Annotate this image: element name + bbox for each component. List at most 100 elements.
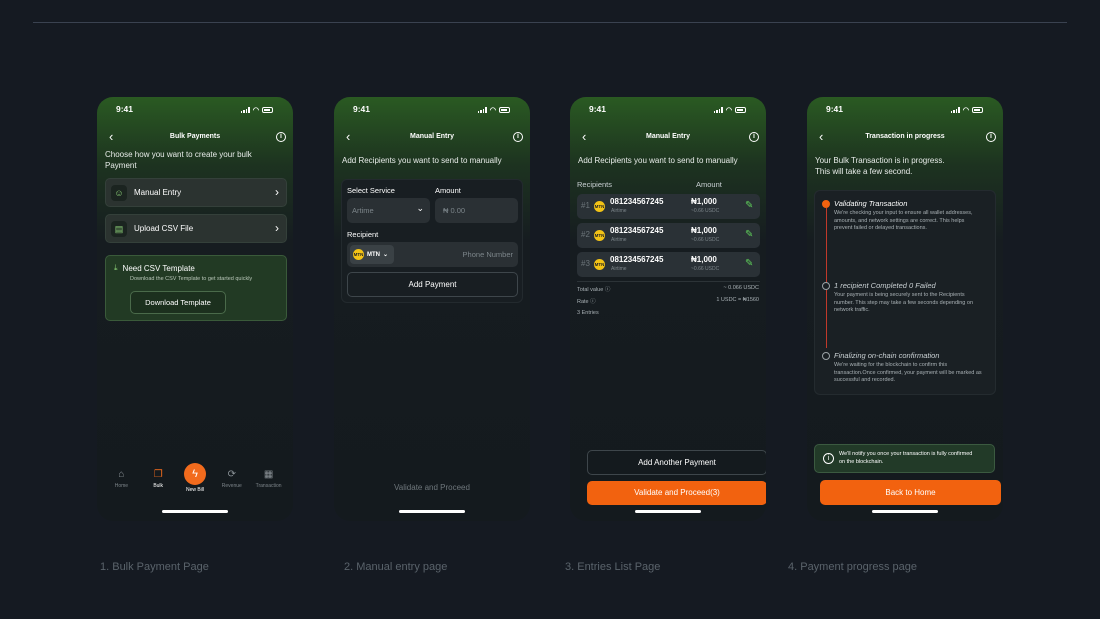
amount-input[interactable]: ₦ 0.00 <box>435 198 518 223</box>
home-indicator <box>635 510 701 513</box>
entry-phone: 081234567245 <box>610 226 664 235</box>
entry-amount: ₦1,000 <box>691 197 717 206</box>
caption-4: 4. Payment progress page <box>788 561 918 573</box>
status-time: 9:41 <box>353 104 371 114</box>
caption-1: 1. Bulk Payment Page <box>100 561 209 573</box>
back-to-home-button[interactable]: Back to Home <box>820 480 1001 505</box>
upload-csv-option[interactable]: ▤ Upload CSV File › <box>105 214 287 243</box>
entry-amount: ₦1,000 <box>691 255 717 264</box>
phone-entries-list: 9:41 ◠ ‹ Manual Entry i Add Recipients y… <box>570 97 766 521</box>
battery-icon <box>735 107 746 113</box>
edit-icon[interactable]: ✎ <box>745 229 756 240</box>
phone-bulk-payments: 9:41 ◠ ‹ Bulk Payments i Choose how you … <box>97 97 293 521</box>
recipient-label: Recipient <box>347 230 379 239</box>
status-time: 9:41 <box>116 104 134 114</box>
phone-placeholder: Phone Number <box>462 250 513 259</box>
option-label: Manual Entry <box>134 188 182 197</box>
entry-usdc: ~0.66 USDC <box>691 266 720 272</box>
service-select[interactable]: Artime ⌄ <box>347 198 430 223</box>
wifi-icon: ◠ <box>252 107 259 114</box>
entry-phone: 081234567245 <box>610 255 664 264</box>
page-subtitle: Choose how you want to create your bulk … <box>105 150 252 170</box>
validate-proceed-button[interactable]: Validate and Proceed(3) <box>587 481 766 505</box>
tab-label: Bulk <box>153 483 164 489</box>
recipients-header: Recipients <box>577 180 613 189</box>
tab-home[interactable]: ⌂ Home <box>103 469 139 505</box>
entry-phone: 081234567245 <box>610 197 664 206</box>
amount-header: Amount <box>696 180 722 189</box>
info-icon[interactable]: i <box>276 132 286 142</box>
page-title: Transaction in progress <box>865 133 945 140</box>
signal-icon <box>713 107 723 113</box>
user-icon: ☺ <box>111 185 127 201</box>
service-label: Select Service <box>347 186 395 195</box>
page-title: Bulk Payments <box>169 133 221 140</box>
status-bar: 9:41 ◠ <box>570 103 766 117</box>
page-title: Manual Entry <box>646 133 690 140</box>
info-icon: i <box>823 453 834 464</box>
notice-text: We'll notify you once your transaction i… <box>839 451 973 465</box>
entry-type: Airtime <box>611 266 627 272</box>
entry-number: #2 <box>581 230 590 239</box>
recipient-input[interactable]: MTN MTN ⌄ Phone Number <box>347 242 518 267</box>
payment-form: Select Service Amount Artime ⌄ ₦ 0.00 Re… <box>341 179 523 303</box>
entry-amount: ₦1,000 <box>691 226 717 235</box>
info-icon[interactable]: i <box>749 132 759 142</box>
edit-icon[interactable]: ✎ <box>745 200 756 211</box>
rate-value: 1 USDC = ₦1560 <box>716 297 759 303</box>
stack-icon: ❐ <box>153 469 163 480</box>
entry-row[interactable]: #3 MTN 081234567245 Airtime ₦1,000 ~0.66… <box>577 252 760 277</box>
info-icon[interactable]: i <box>513 132 523 142</box>
chevron-down-icon: ⌄ <box>416 203 424 213</box>
download-icon: ⤓ <box>114 263 118 272</box>
entry-row[interactable]: #2 MTN 081234567245 Airtime ₦1,000 ~0.66… <box>577 223 760 248</box>
wifi-icon: ◠ <box>725 107 732 114</box>
battery-icon <box>972 107 983 113</box>
step-pending-icon <box>822 352 830 360</box>
network-select[interactable]: MTN MTN ⌄ <box>350 245 394 264</box>
validate-proceed-button[interactable]: Validate and Proceed <box>334 483 530 492</box>
status-bar: 9:41 ◠ <box>807 103 1003 117</box>
status-time: 9:41 <box>826 104 844 114</box>
add-another-payment-button[interactable]: Add Another Payment <box>587 450 766 475</box>
bottom-tab-bar: ⌂ Home ❐ Bulk ϟ New Bill ⟳ Revenue ▦ Transact… <box>97 463 293 505</box>
tab-revenue[interactable]: ⟳ Revenue <box>214 469 250 505</box>
page-subtitle: Add Recipients you want to send to manua… <box>578 156 738 165</box>
entry-number: #1 <box>581 201 590 210</box>
edit-icon[interactable]: ✎ <box>745 258 756 269</box>
tab-label: Revenue <box>221 483 242 489</box>
status-bar: 9:41 ◠ <box>97 103 293 117</box>
step-pending-icon <box>822 282 830 290</box>
service-value: Artime <box>352 206 374 215</box>
entry-type: Airtime <box>611 237 627 243</box>
info-icon[interactable]: i <box>986 132 996 142</box>
page-subtitle: Add Recipients you want to send to manua… <box>342 156 502 165</box>
mtn-logo-icon: MTN <box>594 259 605 270</box>
wifi-icon: ◠ <box>962 107 969 114</box>
tab-label: New Bill <box>185 487 205 493</box>
chevron-down-icon: ⌄ <box>383 252 389 258</box>
tab-transaction[interactable]: ▦ Transaction <box>251 469 287 505</box>
total-label: Total value ⓘ <box>577 287 611 293</box>
step-title: Validating Transaction <box>834 199 908 208</box>
amount-placeholder: ₦ 0.00 <box>443 206 466 215</box>
progress-steps: Validating Transaction We're checking yo… <box>814 190 996 395</box>
rate-label: Rate ⓘ <box>577 299 596 305</box>
manual-entry-option[interactable]: ☺ Manual Entry › <box>105 178 287 207</box>
caption-3: 3. Entries List Page <box>565 561 661 573</box>
step-description: We're checking your input to ensure all … <box>834 210 973 231</box>
entry-row[interactable]: #1 MTN 081234567245 Airtime ₦1,000 ~0.66… <box>577 194 760 219</box>
signal-icon <box>950 107 960 113</box>
tab-label: Home <box>114 483 129 489</box>
download-template-button[interactable]: Download Template <box>130 291 226 314</box>
mtn-logo-icon: MTN <box>594 230 605 241</box>
mtn-logo-icon: MTN <box>594 201 605 212</box>
tab-bulk[interactable]: ❐ Bulk <box>140 469 176 505</box>
tab-new-bill[interactable]: ϟ New Bill <box>177 463 213 505</box>
add-payment-button[interactable]: Add Payment <box>347 272 518 297</box>
network-label: MTN <box>367 251 380 258</box>
battery-icon <box>262 107 273 113</box>
signal-icon <box>240 107 250 113</box>
notification-banner: i We'll notify you once your transaction… <box>814 444 995 473</box>
step-title: 1 recipient Completed 0 Failed <box>834 281 936 290</box>
